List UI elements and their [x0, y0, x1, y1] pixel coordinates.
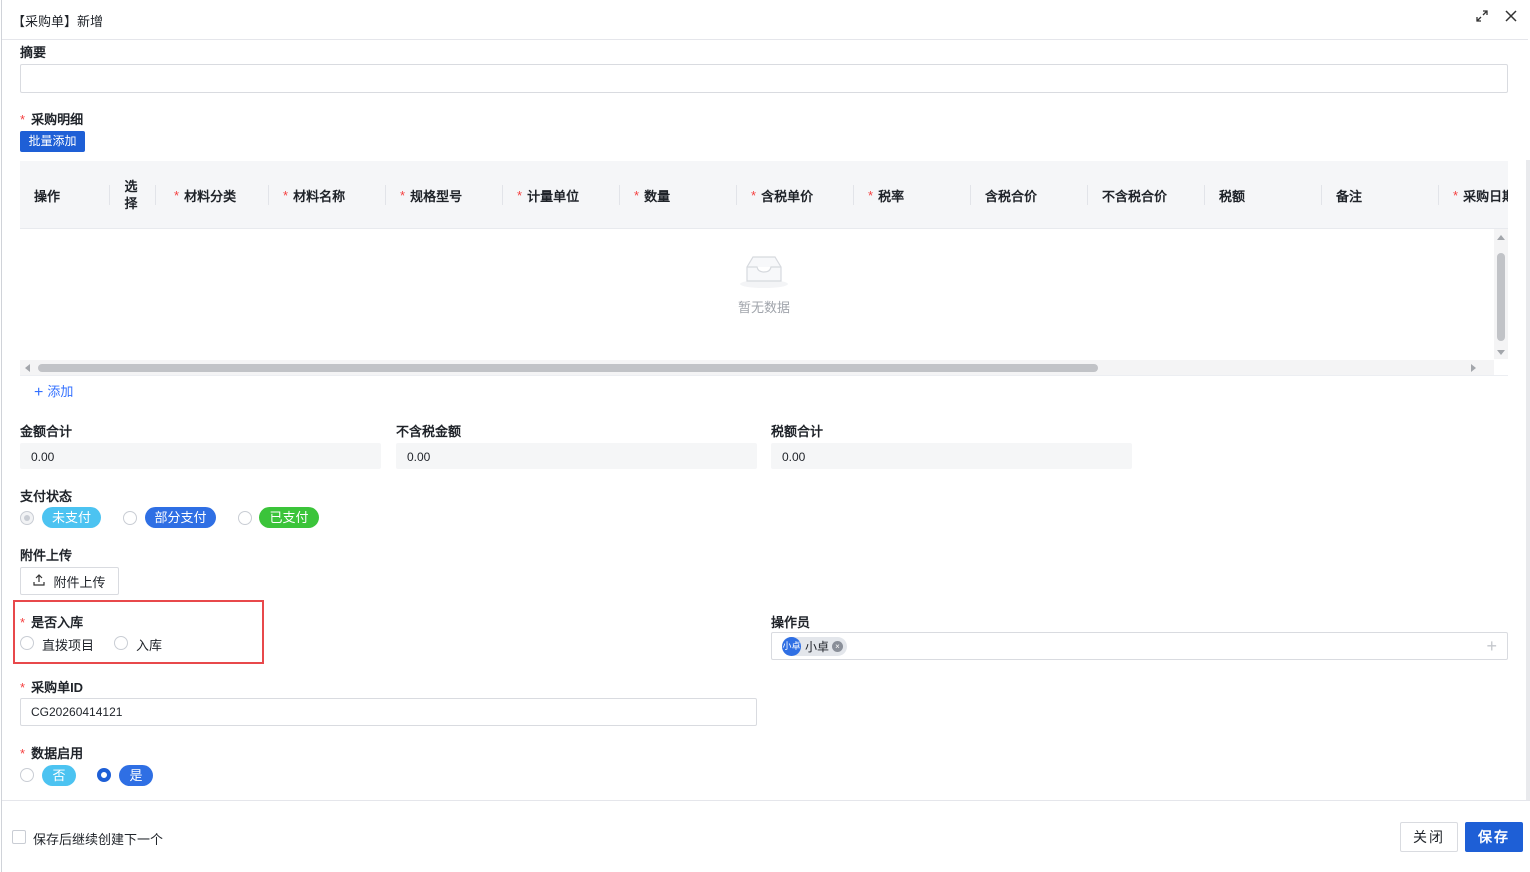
save-button[interactable]: 保存 [1465, 822, 1523, 852]
summary-label: 摘要 [20, 45, 47, 60]
add-operator-icon[interactable]: + [1486, 636, 1497, 656]
operator-chip: 小卓 小卓 × [782, 637, 848, 656]
tax-total-field: 0.00 [771, 443, 1132, 469]
column-header-unit-price: * 含税单价 [737, 161, 854, 229]
operator-label: 操作员 [771, 615, 811, 630]
continue-create-label[interactable]: 保存后继续创建下一个 [33, 829, 163, 848]
payment-unpaid-radio[interactable] [20, 511, 34, 525]
pretax-amount-field: 0.00 [396, 443, 757, 469]
column-header-operation: 操作 [20, 161, 110, 229]
column-header-tax-amount: 税额 [1205, 161, 1322, 229]
amount-total-field: 0.00 [20, 443, 381, 469]
column-header-category: * 材料分类 [160, 161, 269, 229]
close-button[interactable]: 关闭 [1400, 822, 1458, 852]
batch-add-button[interactable]: 批量添加 [20, 131, 85, 152]
payment-paid-tag[interactable]: 已支付 [259, 507, 319, 528]
order-id-label: * 采购单ID [20, 680, 84, 695]
dialog-title: 【采购单】新增 [12, 14, 104, 29]
column-header-total-without-tax: 不含税合价 [1088, 161, 1205, 229]
attachment-label: 附件上传 [20, 548, 73, 563]
continue-create-checkbox[interactable] [12, 830, 26, 844]
warehouse-stock-label[interactable]: 入库 [136, 635, 162, 654]
order-id-input[interactable]: CG20260414121 [20, 698, 757, 726]
scroll-down-icon[interactable] [1497, 350, 1505, 355]
warehouse-direct-label[interactable]: 直拨项目 [42, 635, 94, 654]
column-header-unit: * 计量单位 [503, 161, 620, 229]
details-label: * 采购明细 [20, 112, 84, 127]
warehouse-stock-radio[interactable] [114, 636, 128, 650]
payment-partial-tag[interactable]: 部分支付 [145, 507, 216, 528]
enabled-yes-radio[interactable] [97, 768, 111, 782]
window-scrollbar-track[interactable] [1526, 160, 1530, 800]
close-icon[interactable] [1502, 8, 1520, 28]
details-table: 操作 选择 * 材料分类 * 材料名称 * 规格型号 * 计量单位 * 数量 * 含税单价 … [20, 161, 1508, 376]
upload-icon [33, 574, 47, 588]
column-header-remark: 备注 [1322, 161, 1439, 229]
dialog-footer: 保存后继续创建下一个 关闭 保存 [2, 800, 1530, 872]
plus-icon: + [34, 384, 44, 401]
payment-paid-radio[interactable] [238, 511, 252, 525]
add-row-link[interactable]: + 添加 [34, 381, 73, 402]
dialog-title-bar: 【采购单】新增 [2, 0, 1528, 40]
scroll-up-icon[interactable] [1497, 235, 1505, 240]
payment-status-label: 支付状态 [20, 489, 73, 504]
data-enabled-label: * 数据启用 [20, 746, 84, 761]
window-left-border [0, 0, 2, 872]
scroll-right-icon[interactable] [1471, 364, 1476, 372]
scroll-left-icon[interactable] [25, 364, 30, 372]
expand-icon[interactable] [1474, 10, 1490, 26]
tax-total-label: 税额合计 [771, 424, 824, 439]
empty-text: 暂无数据 [737, 300, 790, 315]
table-header: 操作 选择 * 材料分类 * 材料名称 * 规格型号 * 计量单位 * 数量 * 含税单价 … [20, 161, 1508, 229]
column-header-tax-rate: * 税率 [854, 161, 971, 229]
payment-partial-radio[interactable] [123, 511, 137, 525]
payment-unpaid-tag[interactable]: 未支付 [42, 507, 101, 528]
operator-field[interactable]: 小卓 小卓 × + [771, 632, 1508, 660]
column-header-spec: * 规格型号 [386, 161, 503, 229]
column-header-total-with-tax: 含税合价 [971, 161, 1088, 229]
enabled-no-tag[interactable]: 否 [42, 765, 76, 786]
table-vertical-scrollbar[interactable] [1494, 229, 1508, 359]
empty-state: 暂无数据 [732, 253, 796, 316]
enabled-yes-tag[interactable]: 是 [119, 765, 153, 786]
remove-operator-icon[interactable]: × [832, 641, 844, 652]
column-header-quantity: * 数量 [620, 161, 737, 229]
pretax-amount-label: 不含税金额 [396, 424, 462, 439]
table-horizontal-scrollbar[interactable] [20, 360, 1494, 375]
column-header-material-name: * 材料名称 [269, 161, 386, 229]
horizontal-scroll-thumb[interactable] [38, 364, 1098, 372]
attachment-upload-button[interactable]: 附件上传 [20, 567, 119, 595]
summary-input[interactable] [20, 64, 1508, 93]
warehouse-direct-radio[interactable] [20, 636, 34, 650]
operator-name: 小卓 [805, 640, 830, 654]
empty-inbox-icon [739, 253, 789, 289]
column-header-purchase-date: *采购日期 [1453, 187, 1508, 204]
enabled-no-radio[interactable] [20, 768, 34, 782]
vertical-scroll-thumb[interactable] [1497, 253, 1505, 341]
warehouse-highlight-box [13, 600, 264, 664]
warehouse-label: * 是否入库 [20, 615, 84, 630]
column-header-select: 选择 [106, 161, 156, 229]
avatar: 小卓 [782, 637, 801, 656]
amount-total-label: 金额合计 [20, 424, 73, 439]
